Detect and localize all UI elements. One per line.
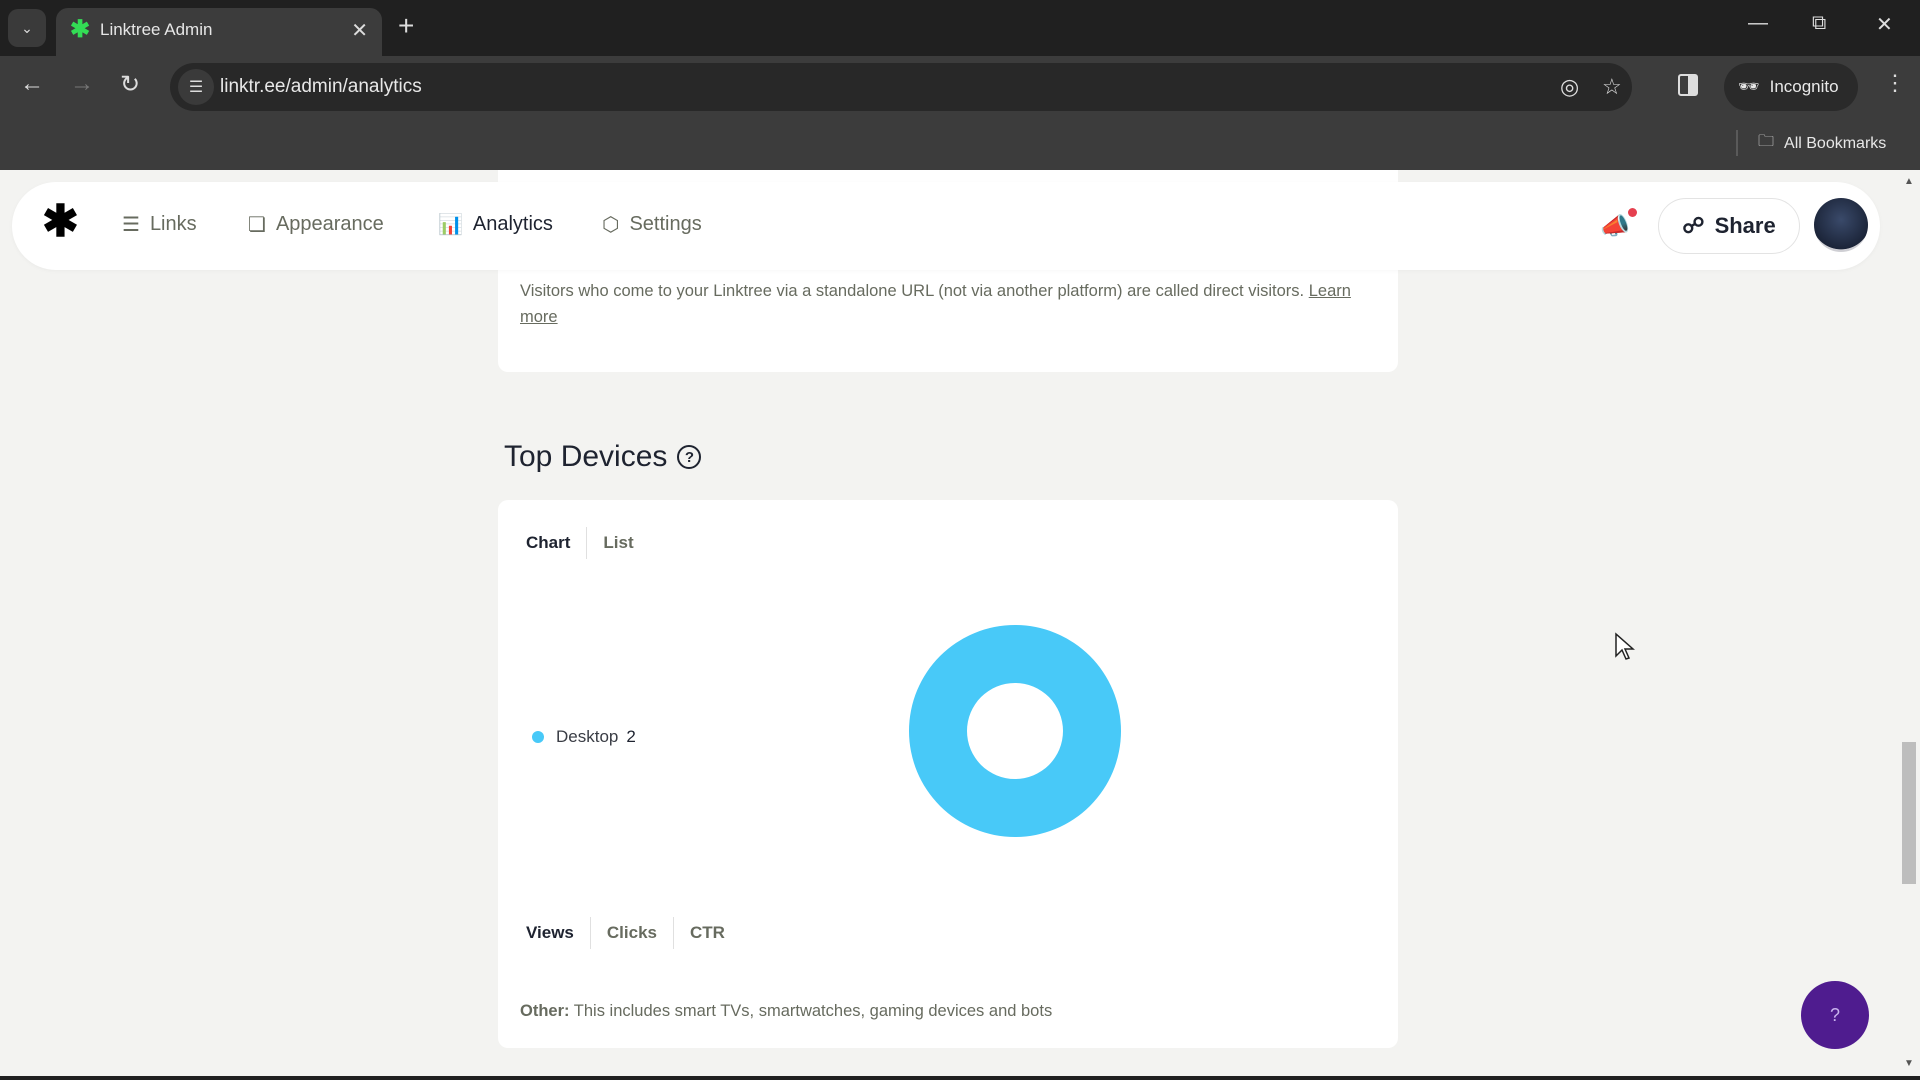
side-panel-icon[interactable]	[1678, 74, 1698, 96]
links-icon: ☰	[122, 214, 140, 236]
help-button[interactable]: ?	[1801, 981, 1869, 1049]
close-tab-icon[interactable]: ✕	[351, 18, 368, 43]
forward-icon[interactable]: →	[70, 70, 94, 98]
tab-chart[interactable]: Chart	[526, 527, 586, 559]
all-bookmarks-button[interactable]: 🗀 All Bookmarks	[1758, 130, 1886, 157]
restore-icon[interactable]: ⧉	[1812, 12, 1826, 35]
taskbar-edge	[0, 1076, 1920, 1080]
browser-toolbar: ← → ↻ ☰ linktr.ee/admin/analytics ◎ ☆ 🕶 …	[0, 56, 1920, 118]
settings-icon: ⬡	[602, 214, 620, 236]
incognito-label: Incognito	[1769, 77, 1839, 96]
tab-ctr[interactable]: CTR	[672, 917, 741, 949]
chevron-down-icon: ⌄	[21, 19, 33, 36]
donut-slice-desktop[interactable]	[909, 625, 1121, 837]
site-info-icon[interactable]: ☰	[178, 69, 214, 105]
chart-legend: Desktop 2	[532, 727, 636, 747]
top-devices-card: Chart List Desktop 2 Views Clicks CTR Ot…	[498, 500, 1398, 1048]
top-devices-heading: Top Devices ?	[504, 440, 702, 474]
megaphone-icon[interactable]: 📣	[1600, 212, 1630, 241]
avatar[interactable]	[1814, 198, 1868, 252]
address-bar[interactable]: ☰ linktr.ee/admin/analytics ◎ ☆	[170, 63, 1632, 111]
view-toggle: Chart List	[526, 527, 650, 559]
nav-item-analytics[interactable]: 📊 Analytics	[438, 212, 553, 237]
tab-views[interactable]: Views	[526, 917, 590, 949]
question-icon: ?	[1829, 1004, 1840, 1025]
tab-title: Linktree Admin	[100, 20, 213, 39]
footnote-label: Other:	[520, 1002, 570, 1020]
nav-item-settings[interactable]: ⬡ Settings	[602, 212, 702, 237]
page-scrollbar[interactable]: ▲ ▼	[1898, 170, 1920, 1080]
nav-item-appearance[interactable]: ❏ Appearance	[248, 212, 384, 237]
tab-search-button[interactable]: ⌄	[8, 9, 46, 47]
linktree-favicon-icon: ✱	[70, 16, 91, 43]
top-navigation: ✱ ☰ Links ❏ Appearance 📊 Analytics ⬡ Set…	[12, 182, 1880, 270]
direct-visitors-description: Visitors who come to your Linktree via a…	[520, 282, 1351, 326]
mouse-cursor-icon	[1615, 632, 1635, 660]
devices-donut-chart	[909, 625, 1121, 837]
close-window-icon[interactable]: ✕	[1876, 12, 1893, 37]
appearance-icon: ❏	[248, 214, 266, 236]
legend-value-desktop: 2	[626, 727, 636, 746]
minimize-icon[interactable]: —	[1748, 12, 1768, 35]
page-content: Visitors who come to your Linktree via a…	[0, 170, 1920, 1080]
legend-label-desktop: Desktop	[556, 727, 619, 746]
back-icon[interactable]: ←	[20, 70, 44, 98]
scroll-down-arrow-icon[interactable]: ▼	[1904, 1058, 1914, 1069]
devices-footnote: Other: This includes smart TVs, smartwat…	[520, 1002, 1052, 1021]
tab-list[interactable]: List	[586, 527, 649, 559]
bookmarks-bar: 🗀 All Bookmarks	[0, 118, 1920, 170]
browser-tab[interactable]: ✱ Linktree Admin ✕	[56, 8, 382, 56]
scrollbar-thumb[interactable]	[1902, 742, 1916, 884]
bookmark-star-icon[interactable]: ☆	[1602, 74, 1622, 100]
incognito-icon: 🕶	[1738, 77, 1760, 96]
nav-item-links[interactable]: ☰ Links	[122, 212, 197, 237]
tab-clicks[interactable]: Clicks	[589, 917, 673, 949]
browser-chrome: ⌄ ✱ Linktree Admin ✕ + — ⧉ ✕ ← → ↻ ☰ lin…	[0, 0, 1920, 170]
legend-marker-desktop	[532, 731, 544, 743]
reload-icon[interactable]: ↻	[120, 70, 140, 99]
share-button[interactable]: ☍ Share	[1658, 198, 1800, 254]
scroll-up-arrow-icon[interactable]: ▲	[1904, 176, 1914, 187]
notification-dot	[1628, 208, 1637, 217]
more-menu-icon[interactable]: ⋮	[1884, 70, 1906, 96]
url-text[interactable]: linktr.ee/admin/analytics	[220, 76, 422, 98]
share-icon: ☍	[1682, 213, 1705, 238]
tab-strip: ⌄ ✱ Linktree Admin ✕ + — ⧉ ✕	[0, 0, 1920, 56]
analytics-icon: 📊	[438, 214, 463, 236]
metric-toggle: Views Clicks CTR	[526, 917, 741, 949]
linktree-logo[interactable]: ✱	[42, 200, 79, 244]
help-circle-icon[interactable]: ?	[677, 445, 702, 469]
eye-off-icon[interactable]: ◎	[1560, 74, 1579, 100]
all-bookmarks-label: All Bookmarks	[1784, 134, 1887, 152]
incognito-badge[interactable]: 🕶 Incognito	[1724, 63, 1858, 111]
bookmarks-divider	[1736, 130, 1738, 156]
new-tab-button[interactable]: +	[398, 12, 414, 40]
folder-icon: 🗀	[1758, 133, 1775, 150]
footnote-text: This includes smart TVs, smartwatches, g…	[573, 1002, 1053, 1020]
